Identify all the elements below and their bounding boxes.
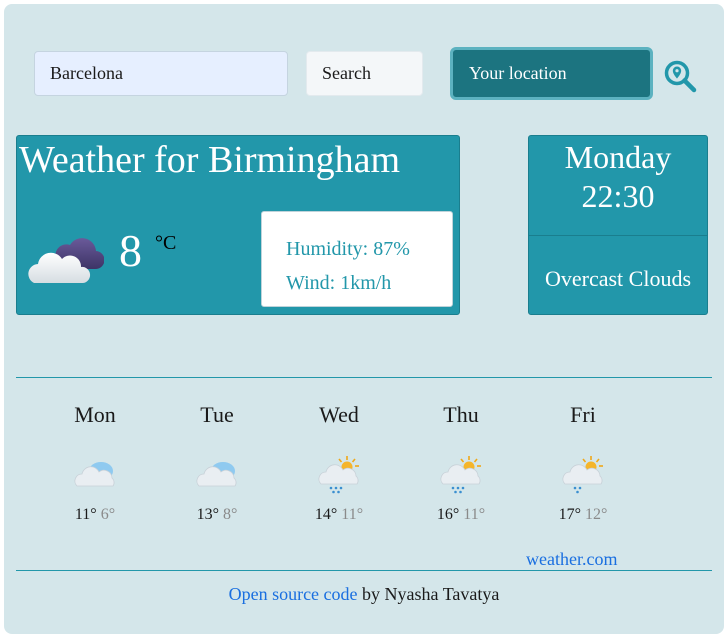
forecast-day-name: Wed (319, 402, 359, 427)
forecast-min: 12° (585, 506, 608, 523)
weather-details-box: Humidity: 87% Wind: 1km/h (261, 211, 453, 307)
forecast-day: Mon 11° 6° (34, 402, 156, 524)
forecast-min: 6° (100, 506, 116, 523)
footer-divider (16, 570, 712, 571)
forecast-max: 13° (196, 506, 219, 523)
forecast-min: 11° (341, 506, 364, 523)
forecast-min: 8° (223, 506, 238, 523)
search-button[interactable]: Search (306, 51, 423, 96)
forecast-day: Fri 17° 12° (522, 402, 644, 524)
search-location-icon[interactable] (663, 59, 697, 93)
forecast-max: 11° (74, 506, 97, 523)
forecast-day: Thu 16° 11° (400, 402, 522, 524)
temperature-unit-celsius[interactable]: °C (155, 232, 176, 255)
forecast-day: Wed 14° 11° (278, 402, 400, 524)
forecast-day-name: Fri (570, 402, 596, 427)
current-time: 22:30 (581, 178, 655, 214)
city-search-input[interactable]: Barcelona (34, 51, 288, 96)
section-divider (16, 377, 712, 378)
sun-rain-icon (440, 456, 481, 494)
sun-rain-icon (318, 456, 359, 494)
sun-rain-icon (562, 456, 603, 494)
date-time-card: Monday 22:30 Overcast Clouds (528, 135, 708, 315)
current-weather-card: Weather for Birmingham 8 °C Humidity: 87… (16, 135, 460, 315)
weather-app: Barcelona Search Your location Weather f… (4, 4, 724, 634)
weather-condition: Overcast Clouds (544, 266, 692, 291)
forecast-day-name: Mon (74, 402, 116, 427)
footer-author: by Nyasha Tavatya (357, 584, 500, 604)
forecast-max: 16° (436, 506, 460, 523)
forecast-max: 14° (314, 506, 338, 523)
humidity-value: Humidity: 87% (286, 238, 410, 260)
forecast-day: Tue 13° 8° (156, 402, 278, 524)
overcast-clouds-icon (28, 238, 104, 283)
current-weather-title: Weather for Birmingham (19, 139, 401, 181)
cloud-sun-icon (196, 462, 237, 487)
cloud-sun-icon (74, 462, 115, 487)
forecast-day-name: Tue (200, 402, 234, 427)
forecast-max: 17° (558, 506, 581, 523)
your-location-button[interactable]: Your location (450, 47, 653, 100)
current-temperature: 8 (119, 225, 142, 276)
weather-com-link[interactable]: weather.com (526, 549, 617, 570)
forecast-day-name: Thu (443, 402, 479, 427)
wind-value: Wind: 1km/h (286, 272, 392, 294)
footer: Open source code by Nyasha Tavatya (4, 584, 724, 605)
open-source-code-link[interactable]: Open source code (229, 584, 358, 604)
forecast-min: 11° (463, 506, 486, 523)
current-day: Monday (564, 139, 672, 175)
card-divider (529, 235, 707, 236)
